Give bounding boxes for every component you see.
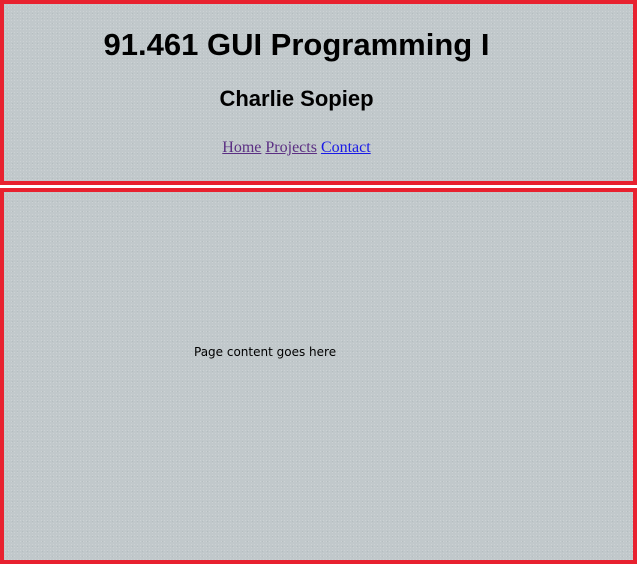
page-content-text: Page content goes here bbox=[194, 345, 337, 359]
header-panel: 91.461 GUI Programming I Charlie Sopiep … bbox=[0, 0, 637, 185]
nav-link-projects[interactable]: Projects bbox=[265, 139, 317, 156]
main-nav: Home Projects Contact bbox=[4, 138, 589, 158]
nav-link-home[interactable]: Home bbox=[222, 139, 261, 156]
page-title: 91.461 GUI Programming I bbox=[103, 27, 490, 62]
nav-link-contact[interactable]: Contact bbox=[321, 139, 371, 156]
content-panel: Page content goes here bbox=[0, 188, 637, 564]
author-name: Charlie Sopiep bbox=[219, 86, 374, 111]
